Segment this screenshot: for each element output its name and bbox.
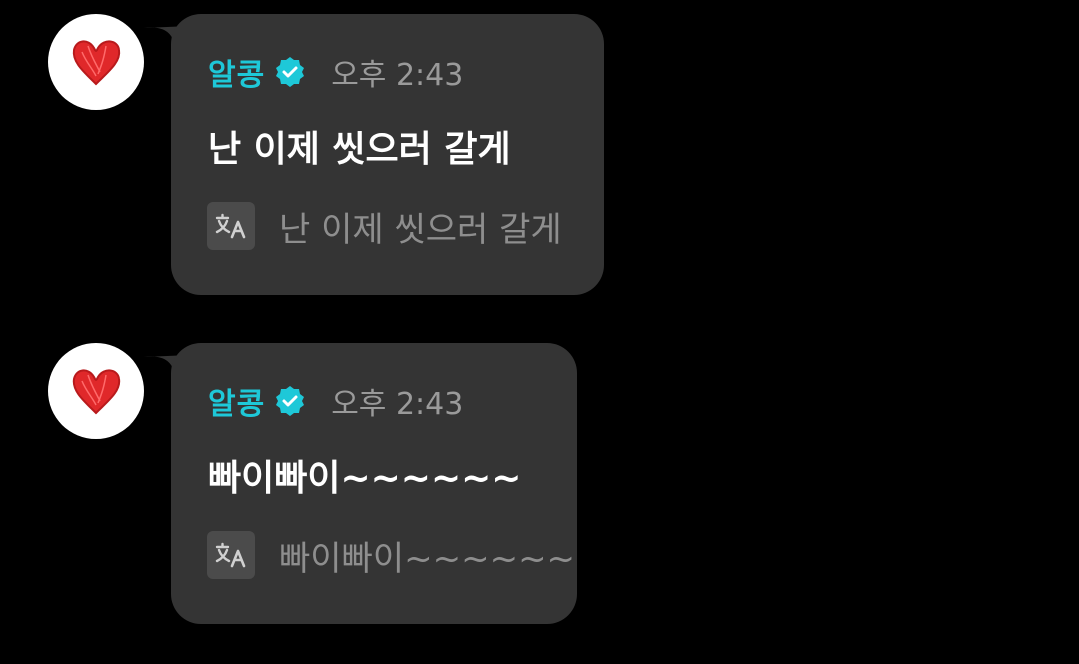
- translation-row: 난 이제 씻으러 갈게: [207, 202, 562, 250]
- translate-icon: [215, 542, 246, 568]
- avatar[interactable]: [48, 14, 144, 110]
- heart-icon: [72, 40, 121, 86]
- sender-name[interactable]: 알콩: [208, 50, 265, 94]
- translate-button[interactable]: [207, 531, 255, 579]
- message-time: 오후 2:43: [331, 58, 464, 93]
- translate-icon: [215, 213, 246, 239]
- message-item: 알콩 오후 2:43 빠이빠이~~~~~~ 빠이빠이~~~~~~: [0, 329, 700, 629]
- message-text: 빠이빠이~~~~~~: [208, 458, 522, 499]
- verified-badge-icon: [276, 386, 305, 416]
- translated-text: 난 이제 씻으러 갈게: [279, 209, 562, 250]
- translate-button[interactable]: [207, 202, 255, 250]
- heart-icon: [72, 369, 121, 415]
- message-header: 알콩 오후 2:43: [208, 379, 464, 423]
- message-text: 난 이제 씻으러 갈게: [208, 129, 511, 170]
- verified-badge-icon: [276, 57, 305, 87]
- translation-row: 빠이빠이~~~~~~: [207, 531, 575, 579]
- chat-view: 알콩 오후 2:43 난 이제 씻으러 갈게 난 이제 씻으러 갈게 알콩 오후…: [0, 0, 1079, 664]
- message-bubble[interactable]: 알콩 오후 2:43 난 이제 씻으러 갈게 난 이제 씻으러 갈게: [171, 14, 604, 295]
- message-item: 알콩 오후 2:43 난 이제 씻으러 갈게 난 이제 씻으러 갈게: [0, 0, 700, 300]
- message-bubble[interactable]: 알콩 오후 2:43 빠이빠이~~~~~~ 빠이빠이~~~~~~: [171, 343, 577, 624]
- avatar[interactable]: [48, 343, 144, 439]
- sender-name[interactable]: 알콩: [208, 379, 265, 423]
- message-time: 오후 2:43: [331, 387, 464, 422]
- translated-text: 빠이빠이~~~~~~: [279, 538, 576, 579]
- message-header: 알콩 오후 2:43: [208, 50, 464, 94]
